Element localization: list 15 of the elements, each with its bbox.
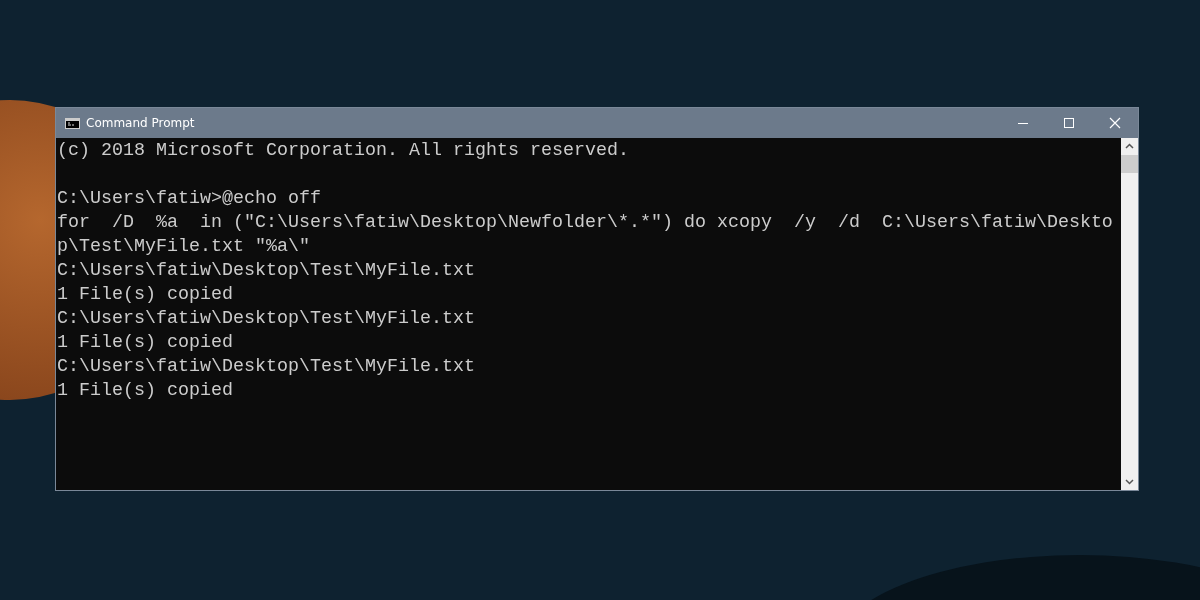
scrollbar[interactable] xyxy=(1121,138,1138,490)
console-line: C:\Users\fatiw\Desktop\Test\MyFile.txt xyxy=(57,307,476,331)
console-line: 1 File(s) copied xyxy=(57,331,234,355)
console-line: 1 File(s) copied xyxy=(57,283,234,307)
console-line: (c) 2018 Microsoft Corporation. All rights reserved. xyxy=(57,139,630,163)
console-line: C:\Users\fatiw\Desktop\Test\MyFile.txt xyxy=(57,259,476,283)
console-icon xyxy=(65,117,80,129)
window-title: Command Prompt xyxy=(86,116,195,130)
console-line: for /D %a in ("C:\Users\fatiw\Desktop\Newfolder\*.*") do xcopy /y /d C:\Users\fatiw\Desktop\Test\MyFile.txt "%a\" xyxy=(57,211,1113,259)
maximize-icon xyxy=(1063,117,1075,129)
console-line: 1 File(s) copied xyxy=(57,379,234,403)
console-line: C:\Users\fatiw>@echo off xyxy=(57,187,322,211)
close-icon xyxy=(1109,117,1121,129)
console-line: C:\Users\fatiw\Desktop\Test\MyFile.txt xyxy=(57,355,476,379)
scrollbar-thumb[interactable] xyxy=(1121,155,1138,173)
